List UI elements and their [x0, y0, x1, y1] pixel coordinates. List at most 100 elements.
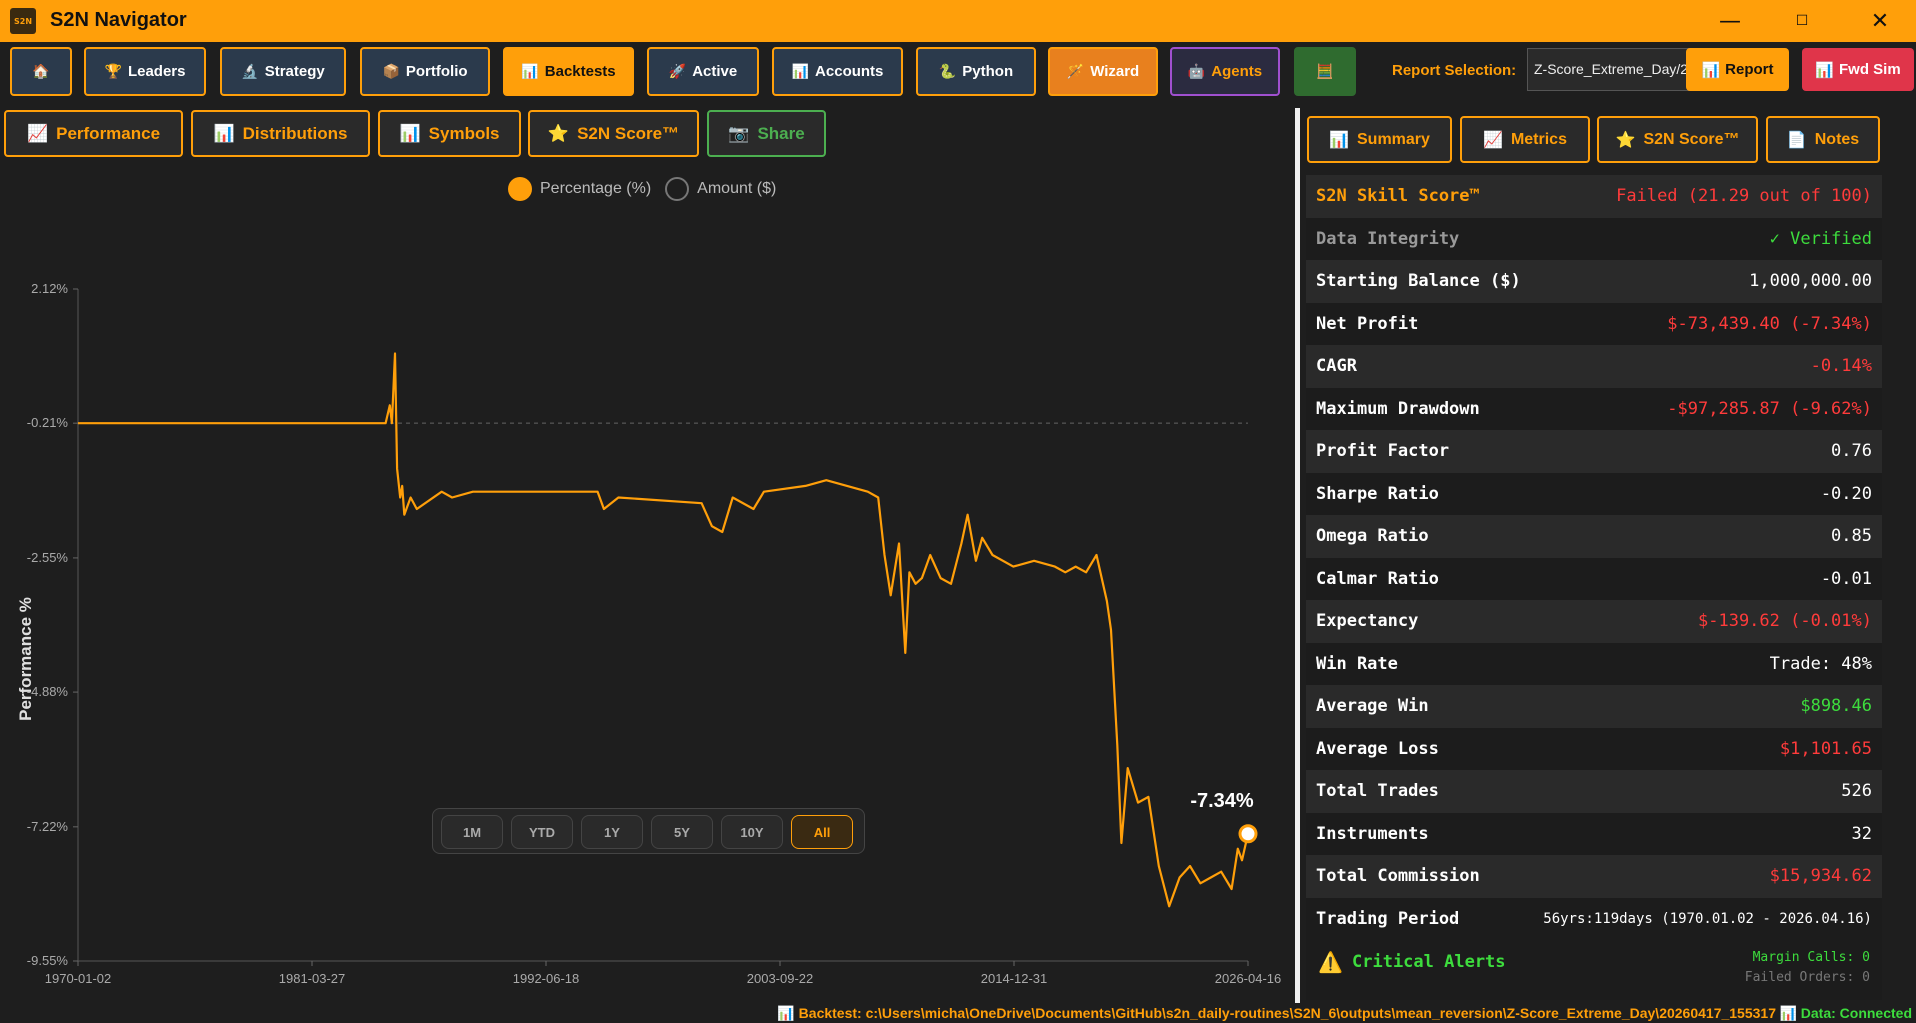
metric-row: Trading Period 56yrs:119days (1970.01.02 …	[1306, 897, 1882, 940]
package-icon: 📦	[382, 63, 400, 79]
y-tick-label: -9.55%	[27, 953, 69, 968]
metric-label: Average Win	[1316, 696, 1429, 717]
metric-value: 0.85	[1831, 526, 1872, 547]
home-button[interactable]: 🏠	[10, 47, 72, 96]
metric-label: Sharpe Ratio	[1316, 483, 1439, 504]
bar-chart-icon: 📊	[1779, 1005, 1797, 1021]
y-tick-label: -7.22%	[27, 819, 69, 834]
metric-value: ✓ Verified	[1769, 228, 1872, 249]
warning-icon: ⚠️	[1318, 950, 1343, 974]
tab-s2n-score[interactable]: ⭐ S2N Score™	[528, 110, 699, 157]
report-button-label: Report	[1725, 61, 1774, 78]
nav-agents-button[interactable]: 🤖 Agents	[1170, 47, 1280, 96]
nav-backtests-button[interactable]: 📊 Backtests	[503, 47, 634, 96]
tab-label: Performance	[56, 123, 161, 143]
metric-row: Starting Balance ($) 1,000,000.00	[1306, 260, 1882, 303]
minimize-button[interactable]: —	[1700, 0, 1760, 42]
range-1m-button[interactable]: 1M	[441, 815, 503, 849]
range-1y-button[interactable]: 1Y	[581, 815, 643, 849]
range-all-button[interactable]: All	[791, 815, 853, 849]
final-value-label: -7.34%	[1190, 790, 1254, 812]
nav-strategy-button[interactable]: 🔬 Strategy	[220, 47, 346, 96]
failed-orders-count: Failed Orders: 0	[1744, 970, 1870, 985]
document-icon: 📄	[1786, 131, 1807, 149]
metric-row: CAGR -0.14%	[1306, 345, 1882, 388]
nav-label: Backtests	[544, 63, 616, 80]
connection-status-text: Data: Connected	[1800, 1005, 1912, 1021]
home-icon: 🏠	[32, 63, 50, 79]
star-icon: ⭐	[1615, 131, 1636, 149]
metrics-table: S2N Skill Score™ Failed (21.29 out of 100…	[1306, 175, 1882, 940]
metric-row: Omega Ratio 0.85	[1306, 515, 1882, 558]
tab-right-s2n-score[interactable]: ⭐ S2N Score™	[1597, 116, 1758, 163]
tab-distributions[interactable]: 📊 Distributions	[191, 110, 370, 157]
python-icon: 🐍	[938, 63, 957, 79]
tab-symbols[interactable]: 📊 Symbols	[378, 110, 521, 157]
range-ytd-button[interactable]: YTD	[511, 815, 573, 849]
y-tick-label: -0.21%	[27, 415, 69, 430]
calculator-icon: 🧮	[1316, 63, 1334, 79]
y-axis-label: Performance %	[16, 597, 35, 721]
metric-label: Maximum Drawdown	[1316, 398, 1480, 419]
metric-value: -0.20	[1820, 483, 1872, 504]
fwd-sim-button[interactable]: 📊 Fwd Sim	[1802, 48, 1914, 91]
range-5y-button[interactable]: 5Y	[651, 815, 713, 849]
x-tick-label: 2026-04-16	[1215, 971, 1282, 986]
metric-label: CAGR	[1316, 356, 1357, 377]
metric-row: Sharpe Ratio -0.20	[1306, 472, 1882, 515]
critical-alerts-panel: ⚠️ Critical Alerts Margin Calls: 0 Faile…	[1306, 940, 1882, 1000]
top-nav: 🏠 🏆 Leaders 🔬 Strategy 📦 Portfolio 📊 Bac…	[0, 42, 1916, 104]
range-10y-button[interactable]: 10Y	[721, 815, 783, 849]
nav-python-button[interactable]: 🐍 Python	[916, 47, 1036, 96]
tab-label: S2N Score™	[577, 123, 680, 143]
metric-row: Average Loss $1,101.65	[1306, 727, 1882, 770]
camera-icon: 📷	[728, 123, 750, 143]
metric-label: Calmar Ratio	[1316, 568, 1439, 589]
nav-active-button[interactable]: 🚀 Active	[647, 47, 759, 96]
nav-label: Active	[692, 63, 738, 80]
tab-performance[interactable]: 📈 Performance	[4, 110, 183, 157]
metric-row: Total Commission $15,934.62	[1306, 855, 1882, 898]
line-chart-icon: 📈	[26, 123, 49, 143]
metric-label: Profit Factor	[1316, 441, 1450, 462]
metric-label: Trading Period	[1316, 908, 1460, 929]
metric-row: Average Win $898.46	[1306, 685, 1882, 728]
nav-wizard-button[interactable]: 🪄 Wizard	[1048, 47, 1158, 96]
bar-chart-icon: 📊	[521, 63, 539, 79]
nav-leaders-button[interactable]: 🏆 Leaders	[84, 47, 206, 96]
metric-value: $15,934.62	[1769, 866, 1872, 887]
metric-value: 56yrs:119days (1970.01.02 - 2026.04.16)	[1543, 910, 1872, 927]
report-button[interactable]: 📊 Report	[1686, 48, 1789, 91]
metric-row: S2N Skill Score™ Failed (21.29 out of 100…	[1306, 175, 1882, 218]
connection-status: 📊 Data: Connected	[1779, 1005, 1912, 1022]
calculator-button[interactable]: 🧮	[1294, 47, 1356, 96]
critical-alerts-title: Critical Alerts	[1352, 952, 1506, 972]
nav-label: Agents	[1211, 63, 1263, 80]
tab-summary[interactable]: 📊 Summary	[1307, 116, 1452, 163]
metric-label: Starting Balance ($)	[1316, 271, 1521, 292]
metric-label: Win Rate	[1316, 653, 1398, 674]
metric-label: Omega Ratio	[1316, 526, 1429, 547]
nav-portfolio-button[interactable]: 📦 Portfolio	[360, 47, 490, 96]
nav-label: Strategy	[264, 63, 325, 80]
nav-accounts-button[interactable]: 📊 Accounts	[772, 47, 903, 96]
metric-row: Calmar Ratio -0.01	[1306, 557, 1882, 600]
maximize-button[interactable]: ☐	[1772, 0, 1832, 42]
report-icon: 📊	[1701, 61, 1721, 79]
metric-value: $-139.62 (-0.01%)	[1698, 611, 1872, 632]
nav-label: Python	[962, 63, 1014, 80]
metric-value: 1,000,000.00	[1749, 271, 1872, 292]
metric-value: -0.14%	[1810, 356, 1872, 377]
close-button[interactable]: ✕	[1850, 0, 1910, 42]
metric-label: Average Loss	[1316, 738, 1439, 759]
share-button[interactable]: 📷 Share	[707, 110, 826, 157]
status-bar: 📊 Backtest: c:\Users\micha\OneDrive\Docu…	[0, 1003, 1916, 1023]
tab-metrics[interactable]: 📈 Metrics	[1460, 116, 1590, 163]
metric-value: $898.46	[1800, 696, 1872, 717]
tab-notes[interactable]: 📄 Notes	[1766, 116, 1880, 163]
metric-row: Maximum Drawdown -$97,285.87 (-9.62%)	[1306, 387, 1882, 430]
y-tick-label: -2.55%	[27, 550, 69, 565]
trophy-icon: 🏆	[104, 63, 122, 79]
metric-value: -0.01	[1820, 568, 1872, 589]
bar-chart-icon: 📊	[399, 123, 421, 143]
